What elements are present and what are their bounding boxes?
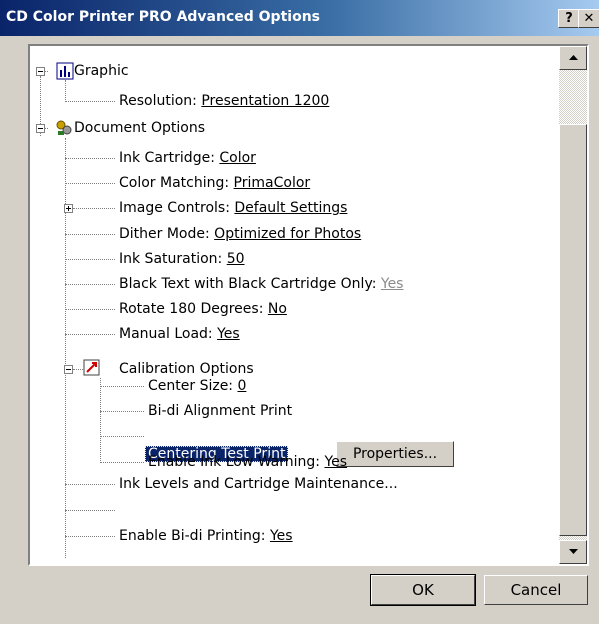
arrow-down-icon (569, 549, 578, 554)
tree-line (100, 462, 144, 463)
title-bar[interactable]: CD Color Printer PRO Advanced Options ? … (0, 0, 599, 36)
options-tree: Graphic Resolution: Presentation 1200 Do… (30, 46, 559, 564)
color-matching-value[interactable]: PrimaColor (234, 175, 311, 191)
tree-item-ink-saturation[interactable]: Ink Saturation: 50 (119, 248, 245, 270)
tree-line (100, 436, 144, 437)
tree-line (65, 536, 115, 537)
tree-item-label: Ink Levels and Cartridge Maintenance... (119, 476, 398, 492)
options-tree-panel: Graphic Resolution: Presentation 1200 Do… (28, 44, 589, 566)
tree-item-image-controls[interactable]: Image Controls: Default Settings (119, 197, 347, 219)
tree-line (65, 183, 115, 184)
tree-item-color-matching[interactable]: Color Matching: PrimaColor (119, 172, 310, 194)
enable-bidi-value[interactable]: Yes (270, 528, 293, 544)
tree-item-label: Center Size: (148, 378, 238, 394)
tree-item-label: Resolution: (119, 93, 202, 109)
tree-line (100, 378, 101, 463)
tree-item-label: Enable Ink Low Warning: (148, 454, 325, 470)
tree-item-label: Bi-di Alignment Print (148, 403, 293, 419)
collapse-calibration-options-toggle[interactable] (64, 365, 73, 374)
vertical-scrollbar[interactable] (559, 46, 587, 564)
tree-item-label: Rotate 180 Degrees: (119, 301, 268, 317)
window-title: CD Color Printer PRO Advanced Options (6, 9, 320, 25)
resolution-value[interactable]: Presentation 1200 (201, 93, 329, 109)
printer-gears-icon (56, 120, 72, 135)
tree-line (73, 208, 115, 209)
tree-item-label: Ink Cartridge: (119, 150, 220, 166)
collapse-graphic-toggle[interactable] (36, 67, 45, 76)
tree-line (65, 80, 66, 102)
manual-load-value[interactable]: Yes (217, 326, 240, 342)
tree-item-ink-levels[interactable]: Ink Levels and Cartridge Maintenance... (119, 473, 398, 495)
cancel-button[interactable]: Cancel (484, 575, 588, 605)
arrow-up-icon (569, 55, 578, 60)
black-text-value: Yes (380, 276, 404, 292)
enable-ink-low-value[interactable]: Yes (324, 454, 347, 470)
dither-mode-value[interactable]: Optimized for Photos (214, 226, 361, 242)
tree-line (65, 234, 115, 235)
ink-cartridge-value[interactable]: Color (219, 150, 256, 166)
tree-line (65, 334, 115, 335)
advanced-options-dialog: CD Color Printer PRO Advanced Options ? … (0, 0, 599, 624)
scroll-up-button[interactable] (559, 46, 587, 70)
tree-item-label: Image Controls: (119, 200, 235, 216)
tree-line (65, 259, 115, 260)
rotate-180-value[interactable]: No (268, 301, 287, 317)
tree-item-center-size[interactable]: Center Size: 0 (148, 375, 246, 397)
tree-item-resolution[interactable]: Resolution: Presentation 1200 (119, 90, 329, 112)
tree-item-ink-cartridge[interactable]: Ink Cartridge: Color (119, 147, 256, 169)
tree-item-label: Dither Mode: (119, 226, 215, 242)
tree-line (65, 484, 115, 485)
tree-line (65, 101, 115, 102)
tree-line (65, 309, 115, 310)
tree-line (65, 138, 66, 558)
expand-image-controls-toggle[interactable] (64, 204, 73, 213)
collapse-document-options-toggle[interactable] (36, 124, 45, 133)
ok-button[interactable]: OK (370, 574, 476, 606)
properties-button[interactable]: Properties... (336, 441, 454, 467)
tree-line (65, 284, 115, 285)
tree-item-manual-load[interactable]: Manual Load: Yes (119, 323, 240, 345)
scroll-down-button[interactable] (559, 540, 587, 564)
tree-item-label: Color Matching: (119, 175, 234, 191)
tree-item-label: Document Options (74, 120, 205, 136)
close-button[interactable]: ✕ (578, 9, 599, 28)
tree-item-label: Ink Saturation: (119, 251, 227, 267)
tree-item-label: Manual Load: (119, 326, 218, 342)
tree-item-bidi-alignment[interactable]: Bi-di Alignment Print (148, 400, 292, 422)
tree-line (65, 510, 115, 511)
tree-item-label: Graphic (74, 63, 129, 79)
tree-item-label: Enable Bi-di Printing: (119, 528, 270, 544)
tree-item-enable-bidi[interactable]: Enable Bi-di Printing: Yes (119, 525, 293, 547)
tree-item-enable-ink-low[interactable]: Enable Ink Low Warning: Yes (148, 451, 347, 473)
tree-line (65, 158, 115, 159)
tree-item-rotate-180[interactable]: Rotate 180 Degrees: No (119, 298, 287, 320)
center-size-value[interactable]: 0 (237, 378, 246, 394)
tree-item-document-options[interactable]: Document Options (74, 117, 205, 139)
ink-saturation-value[interactable]: 50 (227, 251, 245, 267)
tree-line (100, 411, 144, 412)
image-controls-value[interactable]: Default Settings (234, 200, 347, 216)
help-button[interactable]: ? (558, 9, 580, 28)
tree-line (100, 386, 144, 387)
tree-item-black-text[interactable]: Black Text with Black Cartridge Only: Ye… (119, 273, 403, 295)
tree-item-graphic[interactable]: Graphic (74, 60, 129, 82)
tree-item-dither-mode[interactable]: Dither Mode: Optimized for Photos (119, 223, 361, 245)
bar-chart-icon (56, 62, 74, 80)
calibration-icon (83, 359, 100, 376)
scrollbar-thumb[interactable] (559, 124, 587, 536)
tree-item-label: Black Text with Black Cartridge Only: (119, 276, 381, 292)
